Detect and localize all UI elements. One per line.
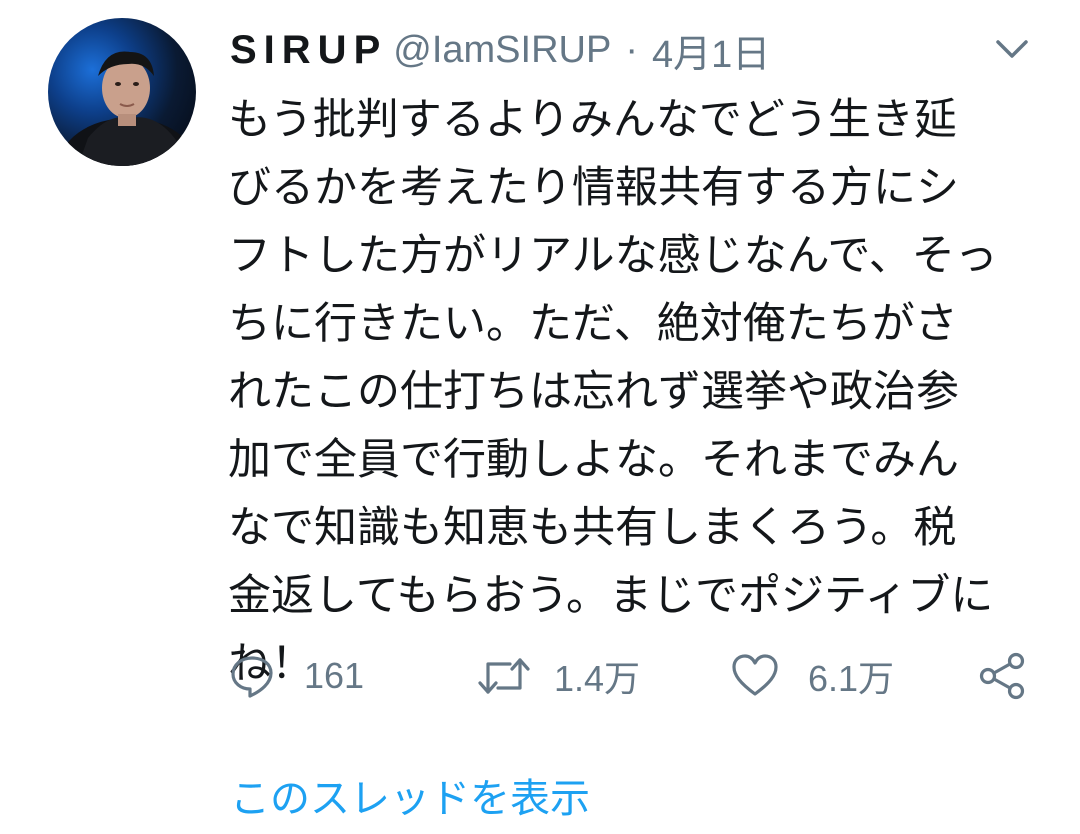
display-name[interactable]: SIRUP bbox=[230, 28, 387, 73]
tweet[interactable]: SIRUP @IamSIRUP · 4月1日 もう批判するよりみんなでどう生き延… bbox=[0, 0, 1080, 834]
tweet-header: SIRUP @IamSIRUP · 4月1日 bbox=[230, 22, 770, 78]
tweet-actions: 161 1.4万 6.1万 bbox=[228, 648, 1028, 704]
avatar[interactable] bbox=[48, 18, 196, 166]
heart-icon bbox=[730, 652, 780, 700]
share-button[interactable] bbox=[978, 648, 1028, 704]
reply-icon bbox=[228, 652, 276, 700]
share-icon bbox=[978, 651, 1028, 701]
separator-dot: · bbox=[625, 28, 638, 71]
tweet-date[interactable]: 4月1日 bbox=[652, 23, 770, 78]
chevron-down-icon[interactable] bbox=[990, 30, 1034, 70]
like-button[interactable]: 6.1万 bbox=[730, 648, 894, 704]
avatar-photo bbox=[58, 51, 196, 166]
retweet-count: 1.4万 bbox=[554, 658, 641, 699]
user-handle[interactable]: @IamSIRUP bbox=[393, 29, 611, 72]
retweet-icon bbox=[476, 652, 532, 700]
tweet-text: もう批判するよりみんなでどう生き延 びるかを考えたり情報共有する方にシ フトした… bbox=[228, 95, 998, 689]
retweet-button[interactable]: 1.4万 bbox=[476, 648, 640, 704]
reply-button[interactable]: 161 bbox=[228, 648, 364, 704]
reply-count: 161 bbox=[304, 655, 365, 696]
show-thread-link[interactable]: このスレッドを表示 bbox=[230, 766, 590, 824]
like-count: 6.1万 bbox=[808, 658, 895, 699]
